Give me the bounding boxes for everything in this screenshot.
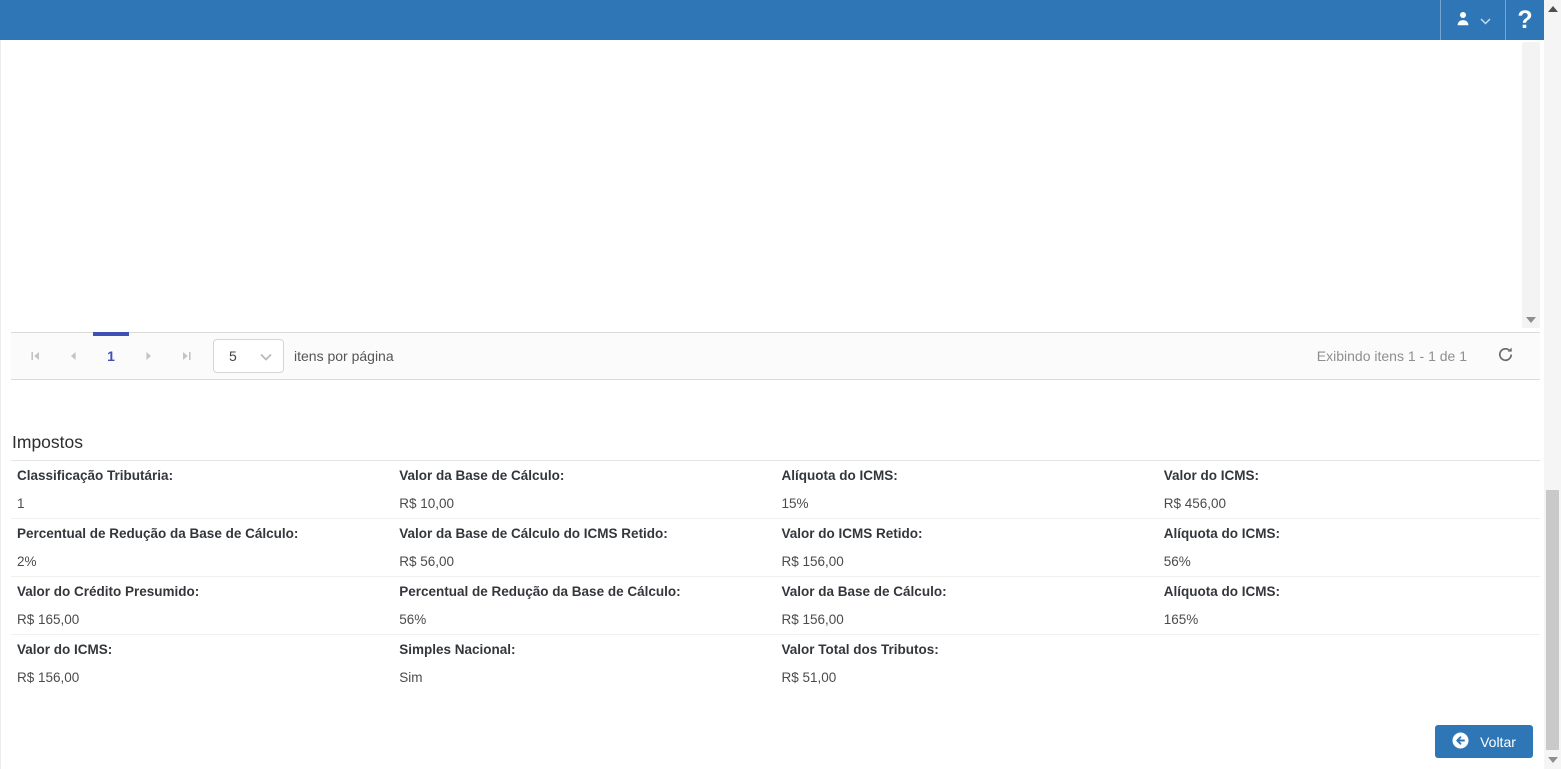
field-row: Classificação Tributária: 1 Valor da Bas… bbox=[11, 461, 1540, 518]
field-aliquota-icms: Alíquota do ICMS: 56% bbox=[1158, 519, 1540, 576]
prev-page-icon bbox=[67, 350, 79, 362]
last-page-icon bbox=[181, 350, 193, 362]
field-label: Valor Total dos Tributos: bbox=[781, 642, 939, 657]
back-button-label: Voltar bbox=[1480, 733, 1516, 750]
field-label: Valor da Base de Cálculo do ICMS Retido: bbox=[399, 526, 668, 541]
field-value: 165% bbox=[1163, 612, 1199, 627]
field-aliquota-icms: Alíquota do ICMS: 15% bbox=[776, 461, 1158, 518]
field-value: 56% bbox=[399, 612, 427, 627]
field-simples-nacional: Simples Nacional: Sim bbox=[393, 635, 775, 692]
field-label: Percentual de Redução da Base de Cálculo… bbox=[399, 584, 681, 599]
pager-info: Exibindo itens 1 - 1 de 1 bbox=[1317, 346, 1540, 366]
field-value: R$ 51,00 bbox=[781, 670, 837, 685]
field-label: Valor da Base de Cálculo: bbox=[399, 468, 565, 483]
refresh-icon bbox=[1497, 346, 1514, 366]
scrollbar-thumb[interactable] bbox=[1546, 490, 1559, 750]
pagination-bar: 1 5 itens por página Exibindo itens 1 - bbox=[11, 332, 1540, 380]
field-valor-base-calculo: Valor da Base de Cálculo: R$ 10,00 bbox=[393, 461, 775, 518]
pager-status-text: Exibindo itens 1 - 1 de 1 bbox=[1316, 348, 1467, 364]
field-label: Alíquota do ICMS: bbox=[781, 468, 898, 483]
field-classificacao-tributaria: Classificação Tributária: 1 bbox=[11, 461, 393, 518]
impostos-section: Impostos Classificação Tributária: 1 Val… bbox=[11, 432, 1540, 692]
first-page-button[interactable] bbox=[16, 333, 54, 379]
field-valor-total-tributos: Valor Total dos Tributos: R$ 51,00 bbox=[776, 635, 1158, 692]
field-value: R$ 156,00 bbox=[781, 554, 844, 569]
user-menu-button[interactable] bbox=[1440, 0, 1506, 40]
results-grid bbox=[1, 40, 1544, 332]
current-page-button[interactable]: 1 bbox=[92, 332, 130, 379]
page-size-value: 5 bbox=[229, 348, 237, 364]
field-value: Sim bbox=[399, 670, 423, 685]
field-label: Valor do Crédito Presumido: bbox=[17, 584, 200, 599]
app-header: ? bbox=[0, 0, 1544, 40]
field-value: R$ 165,00 bbox=[17, 612, 80, 627]
items-per-page-label: itens por página bbox=[294, 348, 394, 364]
field-label: Simples Nacional: bbox=[399, 642, 516, 657]
page-size-select[interactable]: 5 bbox=[213, 339, 284, 373]
last-page-button[interactable] bbox=[168, 333, 206, 379]
field-label: Valor do ICMS: bbox=[1163, 468, 1260, 483]
prev-page-button[interactable] bbox=[54, 333, 92, 379]
field-label: Classificação Tributária: bbox=[17, 468, 174, 483]
field-valor-base-calculo: Valor da Base de Cálculo: R$ 156,00 bbox=[776, 577, 1158, 634]
content: 1 5 itens por página Exibindo itens 1 - bbox=[0, 40, 1544, 769]
field-value: R$ 56,00 bbox=[399, 554, 455, 569]
scroll-down-icon[interactable] bbox=[1526, 317, 1536, 323]
scroll-down-icon[interactable] bbox=[1548, 757, 1558, 763]
page: ? 1 5 itens por página Exibindo itens 1 … bbox=[0, 0, 1561, 769]
field-row: Percentual de Redução da Base de Cálculo… bbox=[11, 518, 1540, 576]
field-value: 15% bbox=[781, 496, 809, 511]
field-value: R$ 456,00 bbox=[1163, 496, 1227, 511]
help-button[interactable]: ? bbox=[1506, 0, 1544, 40]
field-empty bbox=[1158, 635, 1540, 692]
back-button[interactable]: Voltar bbox=[1435, 725, 1533, 758]
field-aliquota-icms: Alíquota do ICMS: 165% bbox=[1158, 577, 1540, 634]
help-icon: ? bbox=[1517, 5, 1533, 34]
field-valor-icms-retido: Valor do ICMS Retido: R$ 156,00 bbox=[776, 519, 1158, 576]
refresh-button[interactable] bbox=[1497, 346, 1514, 366]
field-value: R$ 156,00 bbox=[17, 670, 80, 685]
user-icon bbox=[1455, 10, 1471, 30]
field-valor-base-icms-retido: Valor da Base de Cálculo do ICMS Retido:… bbox=[393, 519, 775, 576]
back-arrow-icon bbox=[1452, 732, 1469, 752]
field-valor-credito-presumido: Valor do Crédito Presumido: R$ 165,00 bbox=[11, 577, 393, 634]
field-percentual-reducao: Percentual de Redução da Base de Cálculo… bbox=[393, 577, 775, 634]
field-label: Percentual de Redução da Base de Cálculo… bbox=[17, 526, 299, 541]
field-row: Valor do Crédito Presumido: R$ 165,00 Pe… bbox=[11, 576, 1540, 634]
field-value: 56% bbox=[1163, 554, 1191, 569]
scroll-up-icon[interactable] bbox=[1548, 6, 1558, 12]
field-value: 1 bbox=[17, 496, 25, 511]
header-actions: ? bbox=[1440, 0, 1544, 40]
next-page-icon bbox=[143, 350, 155, 362]
first-page-icon bbox=[29, 350, 41, 362]
field-label: Valor do ICMS Retido: bbox=[781, 526, 923, 541]
field-valor-icms: Valor do ICMS: R$ 456,00 bbox=[1158, 461, 1540, 518]
field-label: Alíquota do ICMS: bbox=[1163, 526, 1280, 541]
chevron-down-icon bbox=[260, 348, 272, 364]
field-value: R$ 10,00 bbox=[399, 496, 455, 511]
field-label: Valor da Base de Cálculo: bbox=[781, 584, 947, 599]
page-scrollbar[interactable] bbox=[1544, 0, 1561, 769]
section-title: Impostos bbox=[11, 432, 1540, 461]
field-value: 2% bbox=[17, 554, 37, 569]
field-label: Valor do ICMS: bbox=[17, 642, 113, 657]
next-page-button[interactable] bbox=[130, 333, 168, 379]
field-label: Alíquota do ICMS: bbox=[1163, 584, 1280, 599]
field-valor-icms: Valor do ICMS: R$ 156,00 bbox=[11, 635, 393, 692]
grid-scrollbar[interactable] bbox=[1522, 42, 1540, 328]
field-percentual-reducao: Percentual de Redução da Base de Cálculo… bbox=[11, 519, 393, 576]
field-row: Valor do ICMS: R$ 156,00 Simples Naciona… bbox=[11, 634, 1540, 692]
chevron-down-icon bbox=[1480, 12, 1491, 28]
field-value: R$ 156,00 bbox=[781, 612, 844, 627]
